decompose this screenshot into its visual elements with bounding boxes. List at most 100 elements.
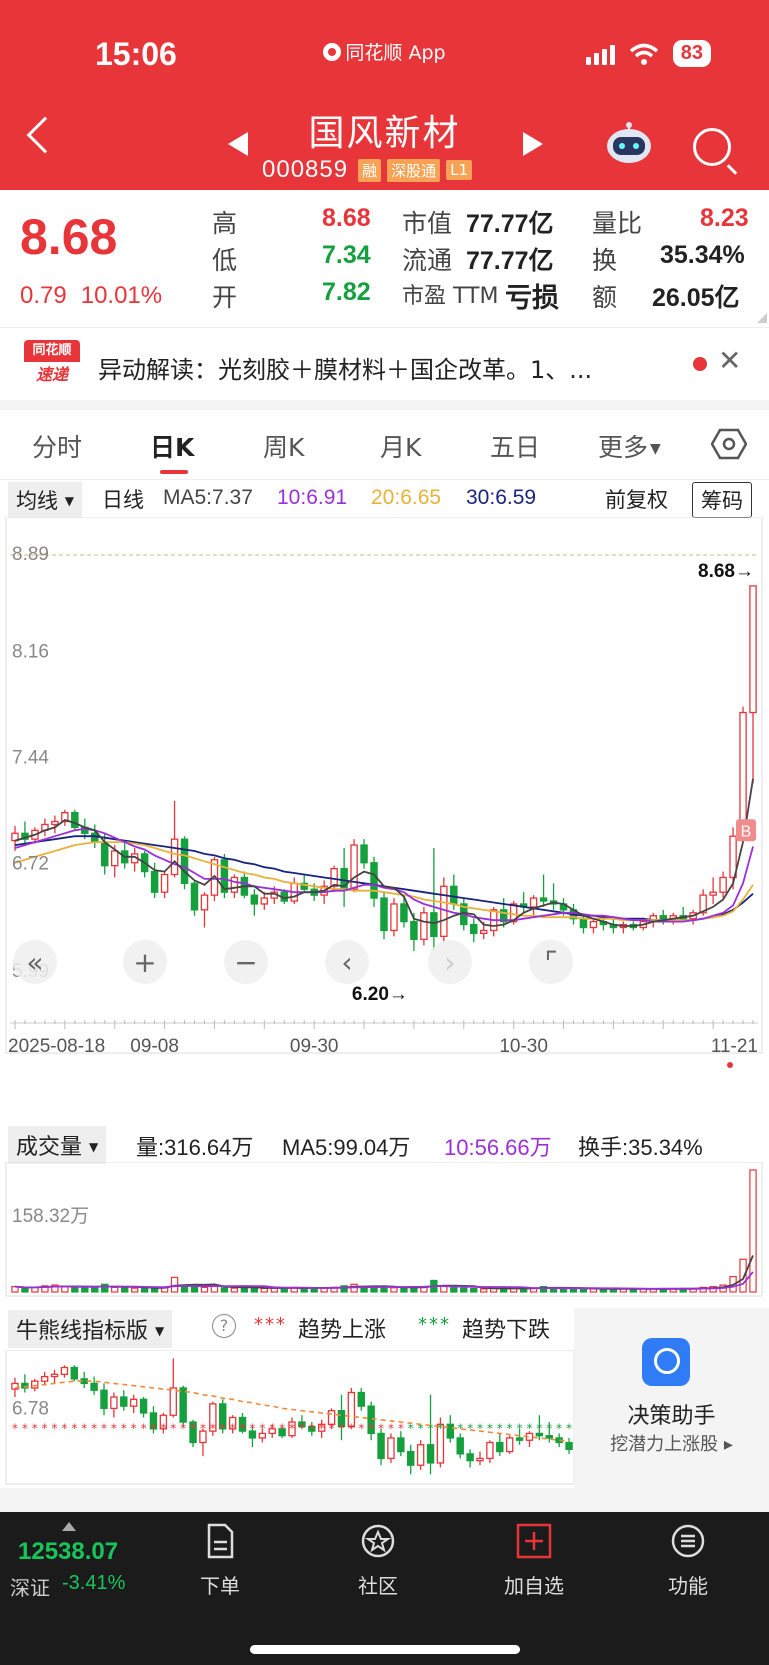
bull-bear-tick-label: 6.78 bbox=[12, 1398, 49, 1419]
float-label: 流通 bbox=[402, 246, 453, 275]
bull-bear-legend: 牛熊线指标版 ▼ ? *** 趋势上涨 *** 趋势下跌 bbox=[0, 1300, 574, 1350]
menu-icon bbox=[671, 1524, 705, 1558]
trend-star: * bbox=[81, 1422, 87, 1436]
news-headline[interactable]: 异动解读：光刻胶＋膜材料＋国企改革。1、... bbox=[98, 350, 592, 385]
expand-corner-icon[interactable] bbox=[757, 313, 767, 323]
nav-community[interactable]: 社区 bbox=[328, 1522, 428, 1599]
turnover-label: 换 bbox=[592, 246, 618, 275]
volume-bar bbox=[400, 1287, 408, 1293]
nav-community-label: 社区 bbox=[358, 1574, 398, 1598]
chips-button[interactable]: 筹码 bbox=[692, 482, 752, 518]
volume-indicator-select[interactable]: 成交量 ▼ bbox=[8, 1126, 107, 1164]
trend-up-label: 趋势上涨 bbox=[298, 1318, 387, 1343]
bull-bear-select[interactable]: 牛熊线指标版 ▼ bbox=[8, 1310, 173, 1348]
candle-body bbox=[180, 838, 189, 884]
help-icon[interactable]: ? bbox=[212, 1314, 236, 1338]
zoom-out-icon[interactable]: − bbox=[224, 940, 268, 984]
trend-star: * bbox=[111, 1422, 117, 1436]
bull-candle-body bbox=[456, 1437, 464, 1455]
index-value[interactable]: 12538.07 bbox=[18, 1538, 118, 1566]
volume-bar bbox=[81, 1287, 89, 1293]
tab-intraday[interactable]: 分时 bbox=[32, 428, 82, 464]
tab-more[interactable]: 更多 ▼ bbox=[598, 428, 661, 464]
pe-label: 市盈 TTM bbox=[402, 284, 499, 309]
app-header: 15:06 同花顺 App 83 国风新材 000859 融 深股通 L1 bbox=[0, 0, 769, 190]
volume-ma5: MA5:99.04万 bbox=[282, 1135, 411, 1160]
low-label: 低 bbox=[212, 246, 238, 275]
ths-logo-icon bbox=[323, 43, 342, 61]
volume-bar bbox=[579, 1288, 588, 1293]
volume-chart[interactable]: 158.32万 bbox=[0, 1162, 769, 1298]
scroll-right-icon[interactable]: › bbox=[428, 940, 472, 984]
ma-type-select[interactable]: 均线 ▼ bbox=[8, 482, 82, 518]
bull-candle-body bbox=[476, 1457, 484, 1462]
control-glyph: − bbox=[234, 946, 257, 979]
zoom-in-icon[interactable]: + bbox=[123, 940, 167, 984]
robot-assistant-icon[interactable] bbox=[604, 120, 654, 164]
open-label: 开 bbox=[212, 283, 238, 312]
volume-bar bbox=[121, 1287, 129, 1293]
news-ticker[interactable]: 同花顺 速递 异动解读：光刻胶＋膜材料＋国企改革。1、... ✕ bbox=[0, 330, 769, 400]
control-glyph: ⌜ bbox=[544, 946, 557, 979]
volume-bar bbox=[71, 1286, 79, 1293]
candle-body bbox=[370, 862, 378, 899]
scroll-left-icon[interactable]: ‹ bbox=[325, 940, 369, 984]
volume-bar bbox=[230, 1287, 239, 1293]
x-tick-label: 09-08 bbox=[130, 1036, 179, 1057]
settings-hex-icon[interactable] bbox=[711, 426, 747, 462]
nav-order[interactable]: 下单 bbox=[170, 1522, 270, 1599]
candle-body bbox=[250, 894, 259, 905]
trend-star: * bbox=[309, 1422, 315, 1436]
bull-candle-body bbox=[496, 1441, 504, 1453]
kline-chart[interactable]: 8.898.167.446.725.998.68→6.20→B2025-08-1… bbox=[0, 517, 769, 1072]
trend-star: * bbox=[536, 1422, 542, 1436]
tag-shenzhen-connect: 深股通 bbox=[387, 158, 441, 182]
trend-star: * bbox=[259, 1422, 265, 1436]
adjust-mode[interactable]: 前复权 bbox=[605, 484, 668, 514]
x-tick-label: 09-30 bbox=[290, 1036, 339, 1057]
trend-star: * bbox=[42, 1422, 48, 1436]
volume-bar bbox=[390, 1287, 398, 1293]
trend-star: * bbox=[269, 1422, 275, 1436]
bull-bear-chart[interactable]: 6.78 * * * * * * * * * * * * * * * * * * * * * * * * * * * * * * * * * * * *… bbox=[0, 1350, 574, 1485]
index-expand-icon[interactable] bbox=[62, 1522, 76, 1531]
bull-candle-body bbox=[357, 1391, 365, 1407]
news-logo-bottom: 速递 bbox=[35, 365, 68, 384]
candle-body bbox=[470, 923, 478, 935]
decision-assistant[interactable]: 决策助手 挖潜力上涨股 ▸ bbox=[574, 1308, 769, 1488]
trend-star: * bbox=[150, 1422, 156, 1436]
volume-bar bbox=[220, 1287, 229, 1293]
trend-star: * bbox=[467, 1422, 473, 1436]
volume-bar bbox=[130, 1287, 139, 1293]
search-icon[interactable] bbox=[693, 128, 731, 166]
tab-daily-k[interactable]: 日K bbox=[150, 428, 194, 464]
amount-value: 26.05亿 bbox=[652, 284, 740, 312]
x-tick-label: 2025-08-18 bbox=[8, 1036, 105, 1057]
fullscreen-icon[interactable]: ⌜ bbox=[529, 940, 573, 984]
candle-body bbox=[360, 844, 368, 864]
close-icon[interactable]: ✕ bbox=[718, 344, 741, 377]
rewind-icon[interactable]: « bbox=[13, 940, 57, 984]
tab-weekly-k[interactable]: 周K bbox=[263, 428, 304, 464]
trend-star: * bbox=[279, 1422, 285, 1436]
mcap-value: 77.77亿 bbox=[466, 210, 554, 238]
trend-star: * bbox=[338, 1422, 344, 1436]
nav-functions[interactable]: 功能 bbox=[638, 1522, 738, 1599]
volume-bar bbox=[140, 1287, 149, 1293]
trend-star: * bbox=[121, 1422, 127, 1436]
index-change: -3.41% bbox=[62, 1572, 126, 1594]
tab-five-day[interactable]: 五日 bbox=[490, 428, 540, 464]
nav-add-watchlist[interactable]: 加自选 bbox=[484, 1522, 584, 1599]
open-value: 7.82 bbox=[322, 278, 371, 306]
bull-candle-body bbox=[179, 1387, 187, 1423]
volume-bar bbox=[200, 1286, 209, 1293]
trend-star: * bbox=[160, 1422, 166, 1436]
trend-star: * bbox=[428, 1422, 434, 1436]
low-value: 7.34 bbox=[322, 241, 371, 269]
next-stock-button[interactable] bbox=[523, 132, 543, 156]
trend-star: * bbox=[240, 1422, 246, 1436]
candle-body bbox=[330, 867, 338, 887]
tab-monthly-k[interactable]: 月K bbox=[380, 428, 421, 464]
trend-star: * bbox=[299, 1422, 305, 1436]
volume-ma5-line bbox=[14, 1255, 754, 1290]
